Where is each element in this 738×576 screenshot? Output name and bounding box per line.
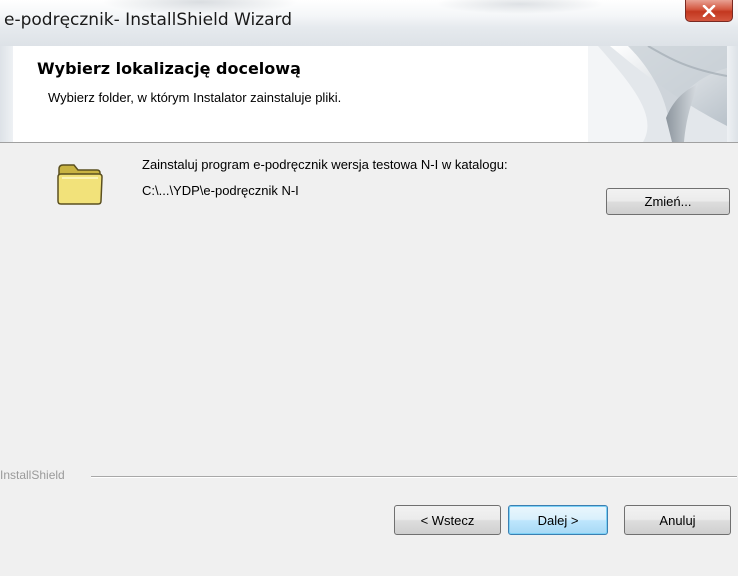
cancel-button[interactable]: Anuluj: [624, 505, 731, 535]
window-frame-right: [727, 46, 738, 142]
install-path-text: C:\...\YDP\e-podręcznik N-I: [142, 183, 299, 198]
close-icon: [702, 4, 716, 17]
install-location-label: Zainstaluj program e-podręcznik wersja t…: [142, 157, 508, 172]
window-frame-left: [0, 46, 13, 142]
change-button[interactable]: Zmień...: [606, 188, 730, 215]
window-title: e-podręcznik- InstallShield Wizard: [4, 10, 292, 30]
close-button[interactable]: [685, 0, 733, 22]
next-button[interactable]: Dalej >: [508, 505, 608, 535]
installshield-banner-graphic: [588, 46, 727, 142]
page-title: Wybierz lokalizację docelową: [37, 59, 301, 78]
back-button[interactable]: < Wstecz: [394, 505, 501, 535]
folder-icon: [57, 164, 103, 205]
installshield-brand-label: InstallShield: [0, 468, 65, 482]
page-subtitle: Wybierz folder, w którym Instalator zain…: [48, 90, 342, 105]
footer-divider: [91, 476, 737, 478]
